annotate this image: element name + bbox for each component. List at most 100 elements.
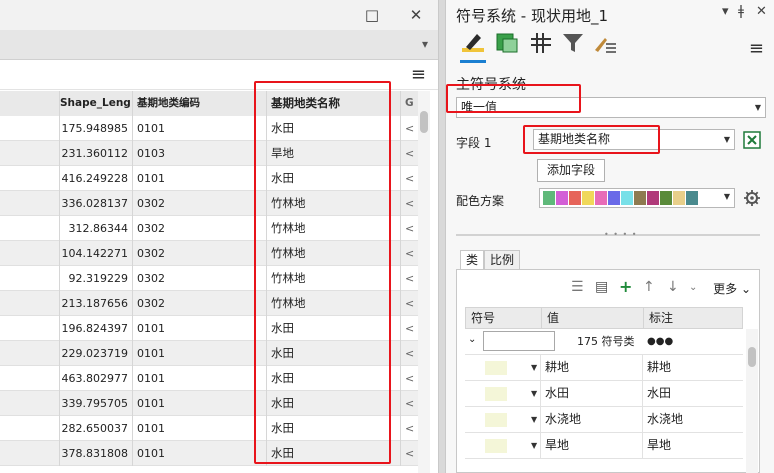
arrow-up-icon[interactable]: ↑ — [643, 279, 655, 295]
chevron-down-icon[interactable]: ▼ — [531, 355, 537, 380]
color-scheme-select[interactable]: ▼ — [539, 188, 735, 208]
cell-base-name[interactable]: 竹林地 — [267, 241, 401, 266]
chevron-down-icon[interactable]: ▼ — [531, 433, 537, 458]
cell-g[interactable]: < — [401, 316, 418, 341]
gear-icon[interactable] — [743, 189, 761, 207]
list-icon[interactable]: ☰ — [571, 279, 584, 295]
label-brush-icon[interactable] — [592, 30, 618, 56]
table-row[interactable]: 312.86344 0302 竹林地 < — [0, 216, 418, 241]
table-scrollbar[interactable] — [418, 91, 430, 473]
cell-base-code[interactable]: 0101 — [133, 341, 267, 366]
symbol-cell[interactable]: ▼ — [465, 407, 541, 432]
cell-g[interactable]: < — [401, 166, 418, 191]
more-options-icon[interactable]: ●●● — [647, 329, 673, 354]
cell-base-name[interactable]: 水田 — [267, 366, 401, 391]
table-row[interactable]: 416.249228 0101 水田 < — [0, 166, 418, 191]
cell-g[interactable]: < — [401, 416, 418, 441]
column-header-base-name[interactable]: 基期地类名称 — [267, 91, 401, 116]
cell-base-name[interactable]: 水田 — [267, 341, 401, 366]
table-row[interactable]: 378.831808 0101 水田 < — [0, 441, 418, 466]
class-label[interactable]: 旱地 — [643, 433, 741, 458]
table-row[interactable]: 339.795705 0101 水田 < — [0, 391, 418, 416]
column-header-shape-leng[interactable]: Shape_Leng — [60, 91, 133, 116]
row-selector[interactable] — [0, 116, 60, 141]
cell-base-name[interactable]: 水田 — [267, 441, 401, 466]
cell-shape-leng[interactable]: 463.802977 — [60, 366, 133, 391]
symbol-cell[interactable]: ▼ — [465, 433, 541, 458]
cell-g[interactable]: < — [401, 241, 418, 266]
classes-scrollbar[interactable] — [746, 329, 758, 473]
cell-base-code[interactable]: 0101 — [133, 166, 267, 191]
row-selector[interactable] — [0, 291, 60, 316]
cell-base-code[interactable]: 0101 — [133, 366, 267, 391]
cell-base-name[interactable]: 水田 — [267, 416, 401, 441]
table-row[interactable]: 336.028137 0302 竹林地 < — [0, 191, 418, 216]
close-button[interactable]: ✕ — [406, 5, 426, 25]
cell-g[interactable]: < — [401, 291, 418, 316]
pane-divider[interactable] — [438, 0, 446, 473]
column-header-symbol[interactable]: 符号 — [466, 308, 542, 328]
cell-base-name[interactable]: 竹林地 — [267, 216, 401, 241]
table-row[interactable]: 229.023719 0101 水田 < — [0, 341, 418, 366]
cell-base-code[interactable]: 0302 — [133, 191, 267, 216]
class-row[interactable]: ▼ 水田 水田 — [465, 381, 743, 407]
cell-shape-leng[interactable]: 416.249228 — [60, 166, 133, 191]
symbol-swatch[interactable] — [485, 439, 507, 453]
tab-classes[interactable]: 类 — [460, 250, 485, 270]
class-value[interactable]: 耕地 — [541, 355, 643, 380]
cell-base-name[interactable]: 水田 — [267, 391, 401, 416]
cell-base-code[interactable]: 0101 — [133, 416, 267, 441]
arrow-down-icon[interactable]: ↓ — [667, 279, 679, 295]
cell-base-code[interactable]: 0302 — [133, 216, 267, 241]
symbol-cell[interactable]: ▼ — [465, 355, 541, 380]
pane-options-icon[interactable]: ▾ — [722, 4, 729, 19]
pencil-edit-icon[interactable] — [460, 30, 486, 56]
row-selector[interactable] — [0, 241, 60, 266]
table-row[interactable]: 92.319229 0302 竹林地 < — [0, 266, 418, 291]
cell-base-name[interactable]: 竹林地 — [267, 291, 401, 316]
row-selector[interactable] — [0, 416, 60, 441]
cell-base-name[interactable]: 水田 — [267, 316, 401, 341]
cell-g[interactable]: < — [401, 341, 418, 366]
row-selector[interactable] — [0, 216, 60, 241]
cell-g[interactable]: < — [401, 116, 418, 141]
cell-base-code[interactable]: 0101 — [133, 391, 267, 416]
table-row[interactable]: 282.650037 0101 水田 < — [0, 416, 418, 441]
cell-g[interactable]: < — [401, 216, 418, 241]
cell-shape-leng[interactable]: 231.360112 — [60, 141, 133, 166]
cell-base-code[interactable]: 0302 — [133, 291, 267, 316]
excel-icon[interactable] — [743, 131, 761, 149]
symbol-swatch[interactable] — [485, 361, 507, 375]
cell-base-code[interactable]: 0101 — [133, 316, 267, 341]
column-header-base-code[interactable]: 基期地类编码 — [133, 91, 267, 116]
cell-base-code[interactable]: 0101 — [133, 116, 267, 141]
cell-shape-leng[interactable]: 336.028137 — [60, 191, 133, 216]
row-selector[interactable] — [0, 441, 60, 466]
cell-g[interactable]: < — [401, 366, 418, 391]
class-label[interactable]: 水浇地 — [643, 407, 741, 432]
cell-base-name[interactable]: 水田 — [267, 116, 401, 141]
class-label[interactable]: 水田 — [643, 381, 741, 406]
field-select[interactable]: 基期地类名称 ▼ — [533, 129, 735, 150]
tab-scale[interactable]: 比例 — [484, 250, 521, 270]
table-row[interactable]: 175.948985 0101 水田 < — [0, 116, 418, 141]
add-from-list-icon[interactable]: ▤ — [595, 279, 608, 295]
class-row[interactable]: ▼ 旱地 旱地 — [465, 433, 743, 459]
cell-base-name[interactable]: 竹林地 — [267, 191, 401, 216]
table-row[interactable]: 104.142271 0302 竹林地 < — [0, 241, 418, 266]
chevron-down-icon[interactable]: ▼ — [531, 381, 537, 406]
scrollbar-thumb[interactable] — [420, 111, 428, 133]
cell-shape-leng[interactable]: 196.824397 — [60, 316, 133, 341]
cell-base-name[interactable]: 水田 — [267, 166, 401, 191]
symbol-cell[interactable]: ▼ — [465, 381, 541, 406]
plus-icon[interactable]: + — [619, 277, 632, 296]
cell-base-code[interactable]: 0302 — [133, 241, 267, 266]
table-row[interactable]: 231.360112 0103 旱地 < — [0, 141, 418, 166]
cell-base-code[interactable]: 0103 — [133, 141, 267, 166]
column-header-g[interactable]: G — [401, 91, 418, 116]
row-selector[interactable] — [0, 341, 60, 366]
row-selector[interactable] — [0, 391, 60, 416]
row-selector[interactable] — [0, 166, 60, 191]
column-header-label[interactable]: 标注 — [644, 308, 742, 328]
cell-g[interactable]: < — [401, 391, 418, 416]
